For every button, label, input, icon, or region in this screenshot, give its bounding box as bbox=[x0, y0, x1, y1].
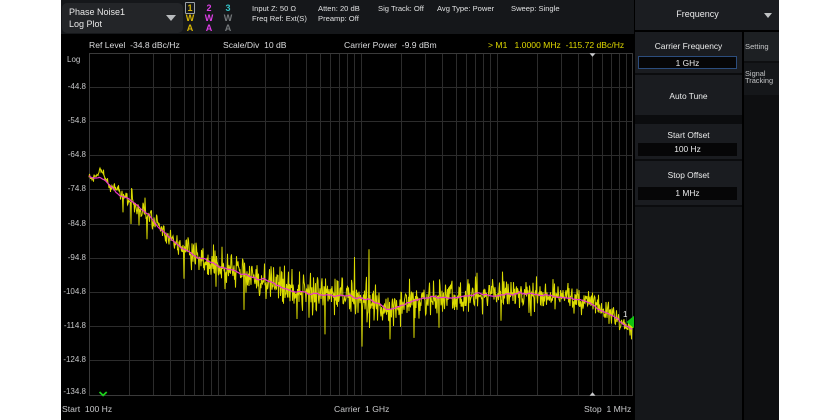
svg-text:1: 1 bbox=[623, 310, 628, 319]
